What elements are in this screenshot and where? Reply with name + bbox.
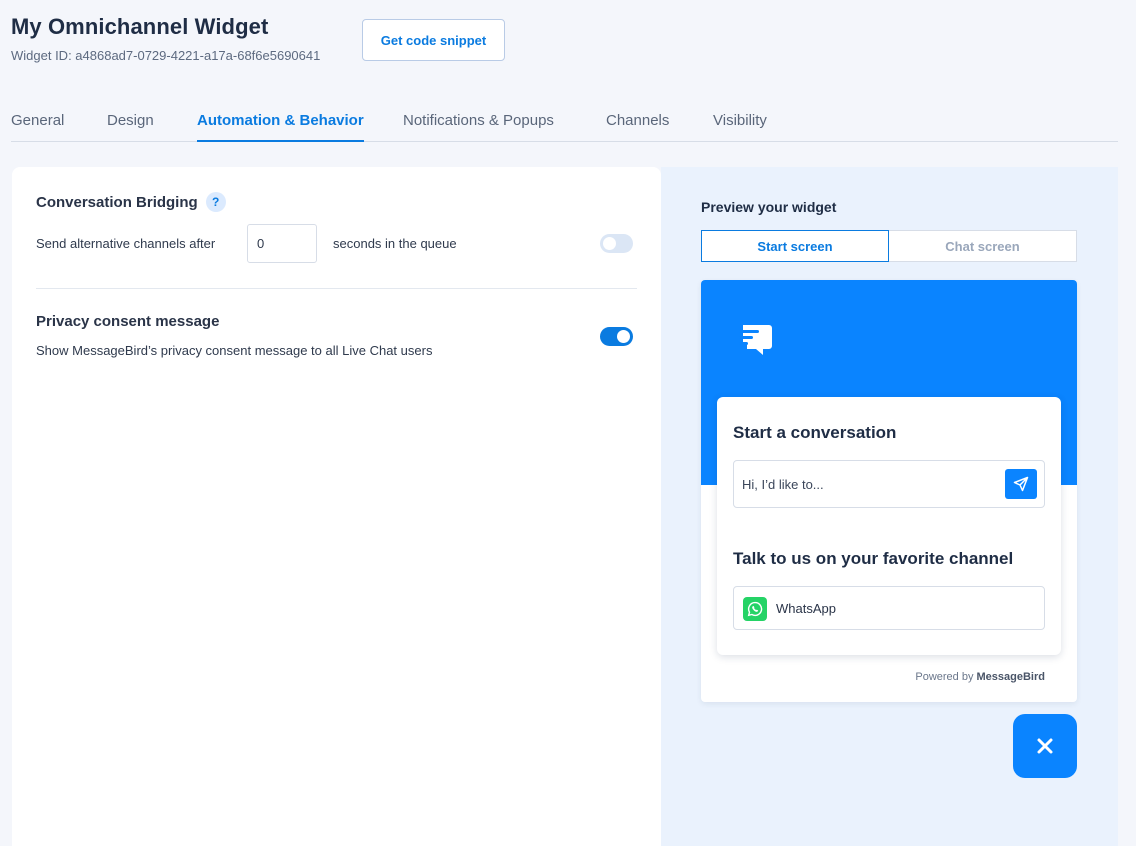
settings-panel: Conversation Bridging ? Send alternative…	[12, 167, 661, 846]
toggle-knob	[617, 330, 630, 343]
bridging-toggle[interactable]	[600, 234, 633, 253]
tab-notifications-popups[interactable]: Notifications & Popups	[403, 112, 554, 142]
seconds-input[interactable]	[247, 224, 317, 263]
start-conversation-card: Start a conversation Hi, I’d like to... …	[717, 397, 1061, 655]
chat-logo-icon	[739, 322, 775, 363]
help-icon[interactable]: ?	[205, 192, 226, 212]
privacy-consent-toggle[interactable]	[600, 327, 633, 346]
section-divider	[36, 288, 637, 289]
preview-title: Preview your widget	[701, 199, 837, 215]
whatsapp-channel-button[interactable]: WhatsApp	[733, 586, 1045, 630]
tab-general[interactable]: General	[11, 112, 64, 142]
message-input[interactable]: Hi, I’d like to...	[733, 460, 1045, 508]
privacy-consent-title: Privacy consent message	[36, 313, 220, 330]
send-icon	[1013, 476, 1029, 492]
tab-chat-screen[interactable]: Chat screen	[889, 230, 1077, 262]
conversation-bridging-title: Conversation Bridging	[36, 193, 198, 211]
conversation-bridging-header: Conversation Bridging ?	[36, 192, 226, 212]
bridging-label-after: seconds in the queue	[333, 236, 457, 251]
page: My Omnichannel Widget Widget ID: a4868ad…	[0, 0, 1136, 846]
tab-channels[interactable]: Channels	[606, 112, 669, 142]
whatsapp-icon	[743, 597, 767, 621]
powered-by: Powered by MessageBird	[915, 671, 1045, 683]
tab-start-screen[interactable]: Start screen	[701, 230, 889, 262]
whatsapp-label: WhatsApp	[776, 601, 836, 616]
send-button[interactable]	[1005, 469, 1037, 499]
preview-panel: Preview your widget Start screen Chat sc…	[661, 167, 1118, 846]
tab-visibility[interactable]: Visibility	[713, 112, 767, 142]
favorite-channel-title: Talk to us on your favorite channel	[733, 549, 1014, 568]
close-widget-button[interactable]	[1013, 714, 1077, 778]
close-icon	[1037, 738, 1053, 754]
tab-bar: General Design Automation & Behavior Not…	[11, 110, 1118, 142]
tab-automation-behavior[interactable]: Automation & Behavior	[197, 112, 364, 142]
tab-design[interactable]: Design	[107, 112, 154, 142]
powered-by-prefix: Powered by	[915, 671, 974, 683]
privacy-consent-description: Show MessageBird’s privacy consent messa…	[36, 343, 433, 358]
page-header: My Omnichannel Widget Widget ID: a4868ad…	[11, 14, 320, 63]
toggle-knob	[603, 237, 616, 250]
widget-preview: Start a conversation Hi, I’d like to... …	[701, 280, 1077, 702]
start-conversation-title: Start a conversation	[733, 423, 897, 442]
message-placeholder: Hi, I’d like to...	[742, 477, 824, 492]
page-title: My Omnichannel Widget	[11, 14, 269, 39]
powered-by-brand: MessageBird	[976, 671, 1045, 683]
get-code-snippet-button[interactable]: Get code snippet	[362, 19, 505, 61]
widget-id: Widget ID: a4868ad7-0729-4221-a17a-68f6e…	[11, 48, 321, 63]
bridging-label-before: Send alternative channels after	[36, 236, 216, 251]
